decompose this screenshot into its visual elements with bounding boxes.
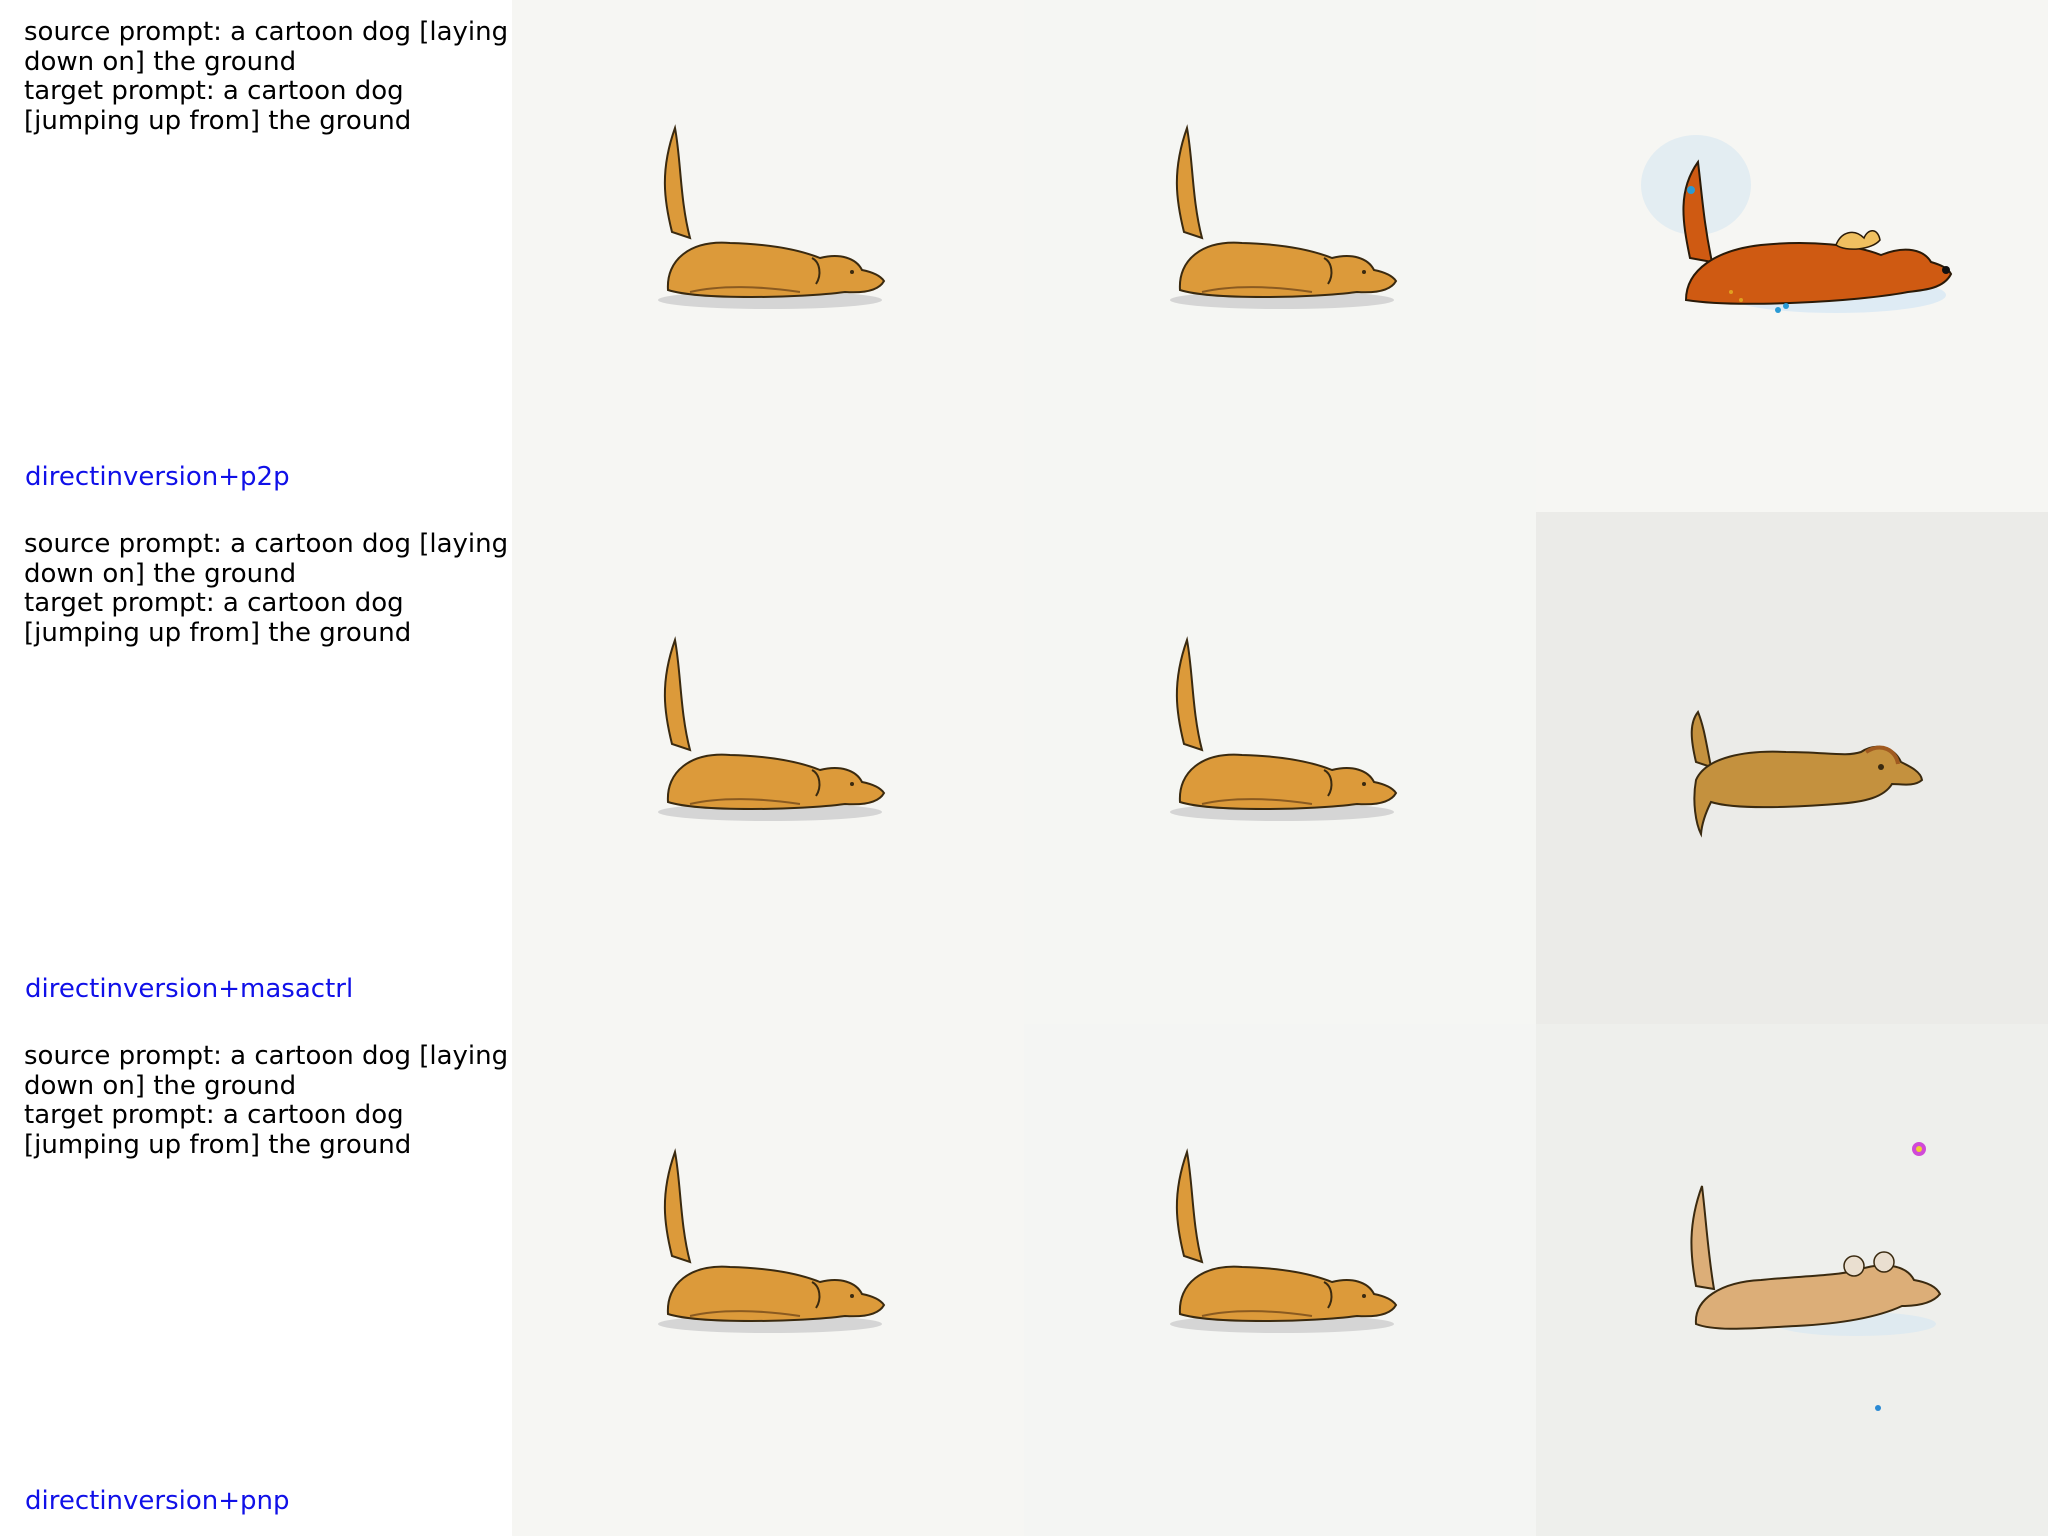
- source-image: [512, 512, 1024, 1024]
- result-row: source prompt: a cartoon dog [laying dow…: [0, 1024, 2048, 1536]
- edited-image: [1536, 1024, 2048, 1536]
- comparison-grid: source prompt: a cartoon dog [laying dow…: [0, 0, 2048, 1536]
- reconstruction-image: [1024, 1024, 1536, 1536]
- row-label-cell: source prompt: a cartoon dog [laying dow…: [0, 1024, 512, 1536]
- row-label-cell: source prompt: a cartoon dog [laying dow…: [0, 0, 512, 512]
- edited-image: [1536, 0, 2048, 512]
- reconstruction-image: [1024, 512, 1536, 1024]
- source-image: [512, 0, 1024, 512]
- reconstruction-image: [1024, 0, 1536, 512]
- prompt-text: source prompt: a cartoon dog [laying dow…: [24, 529, 509, 648]
- prompt-text: source prompt: a cartoon dog [laying dow…: [24, 17, 509, 136]
- result-row: source prompt: a cartoon dog [laying dow…: [0, 512, 2048, 1024]
- prompt-text: source prompt: a cartoon dog [laying dow…: [24, 1041, 509, 1160]
- row-label-cell: source prompt: a cartoon dog [laying dow…: [0, 512, 512, 1024]
- result-row: source prompt: a cartoon dog [laying dow…: [0, 0, 2048, 512]
- method-label: directinversion+pnp: [25, 1486, 290, 1516]
- method-label: directinversion+masactrl: [25, 974, 354, 1004]
- method-label: directinversion+p2p: [25, 462, 290, 492]
- source-image: [512, 1024, 1024, 1536]
- edited-image: [1536, 512, 2048, 1024]
